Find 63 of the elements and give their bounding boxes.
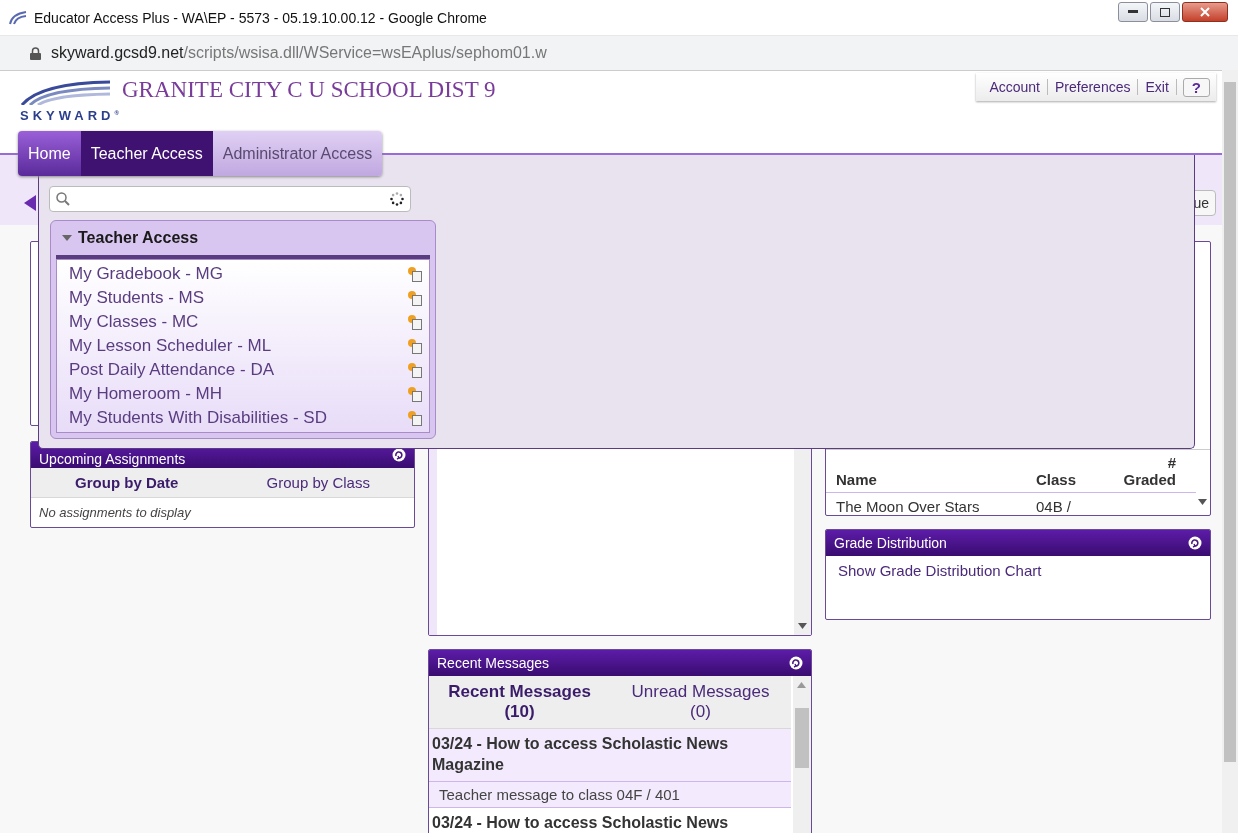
menu-item[interactable]: Post Daily Attendance - DA bbox=[69, 360, 407, 380]
header-link[interactable]: Exit bbox=[1138, 79, 1177, 95]
search-field[interactable] bbox=[49, 186, 411, 212]
column-header: # Graded bbox=[1122, 455, 1176, 488]
new-window-icon[interactable] bbox=[407, 266, 423, 282]
nav-tab[interactable]: Teacher Access bbox=[80, 131, 213, 176]
group-tab[interactable]: Group by Date bbox=[31, 468, 223, 497]
scroll-thumb[interactable] bbox=[795, 708, 809, 768]
close-button[interactable] bbox=[1182, 2, 1228, 22]
header-link[interactable]: Preferences bbox=[1048, 79, 1139, 95]
window-title: Educator Access Plus - WA\EP - 5573 - 05.19.10.00.12 - Google Chrome bbox=[34, 9, 487, 26]
header-link[interactable]: Account bbox=[982, 79, 1048, 95]
nav-tab[interactable]: Administrator Access bbox=[212, 131, 383, 176]
scroll-up-icon[interactable] bbox=[797, 682, 806, 688]
panel-title: Grade Distribution bbox=[834, 535, 947, 551]
spinner-icon bbox=[390, 192, 404, 206]
close-icon bbox=[1200, 7, 1210, 17]
panel-title: Recent Messages bbox=[437, 655, 550, 671]
table-cell-text: The Moon Over Stars bbox=[836, 498, 981, 515]
minimize-button[interactable] bbox=[1118, 2, 1148, 22]
minimize-icon bbox=[1128, 10, 1138, 14]
lock-icon bbox=[30, 46, 41, 60]
district-name: GRANITE CITY C U SCHOOL DIST 9 bbox=[122, 77, 496, 103]
refresh-icon[interactable] bbox=[789, 656, 803, 670]
swoosh-icon bbox=[20, 79, 112, 105]
new-window-icon[interactable] bbox=[407, 386, 423, 402]
empty-message: No assignments to display bbox=[38, 504, 192, 522]
scroll-down-icon[interactable] bbox=[1196, 499, 1210, 505]
new-window-icon[interactable] bbox=[407, 314, 423, 330]
new-window-icon[interactable] bbox=[407, 410, 423, 426]
nav-tab[interactable]: Home bbox=[18, 131, 81, 176]
new-window-icon[interactable] bbox=[407, 338, 423, 354]
page-scrollbar[interactable] bbox=[1222, 70, 1238, 833]
menu-item[interactable]: My Gradebook - MG bbox=[69, 264, 407, 284]
column-header: Class bbox=[1036, 471, 1078, 488]
new-window-icon[interactable] bbox=[407, 290, 423, 306]
message-tab[interactable]: Recent Messages (10) bbox=[429, 676, 610, 728]
menu-item[interactable]: My Lesson Scheduler - ML bbox=[69, 336, 407, 356]
back-arrow-icon[interactable] bbox=[24, 195, 36, 211]
help-button[interactable]: ? bbox=[1182, 77, 1210, 97]
maximize-icon bbox=[1160, 7, 1170, 17]
logo-text: SKYWARD$^{®}$ bbox=[20, 108, 119, 123]
menu-item[interactable]: My Students With Disabilities - SD bbox=[69, 408, 407, 428]
menu-item[interactable]: My Homeroom - MH bbox=[69, 384, 407, 404]
message-title[interactable]: 03/24 - How to access Scholastic News Magazine bbox=[429, 729, 791, 782]
menu-item[interactable]: My Students - MS bbox=[69, 288, 407, 308]
refresh-icon[interactable] bbox=[392, 448, 406, 462]
group-title[interactable]: Teacher Access bbox=[78, 229, 199, 247]
message-tab[interactable]: Unread Messages (0) bbox=[610, 676, 791, 728]
chart-link[interactable]: Show Grade Distribution Chart bbox=[826, 556, 1210, 619]
column-header: Name bbox=[836, 471, 878, 488]
refresh-icon[interactable] bbox=[1188, 536, 1202, 550]
panel-title: Upcoming Assignments bbox=[39, 450, 186, 467]
app-icon bbox=[8, 9, 28, 26]
maximize-button[interactable] bbox=[1150, 2, 1180, 22]
message-detail: Teacher message to class 04F / 401 bbox=[429, 781, 791, 808]
new-window-icon[interactable] bbox=[407, 362, 423, 378]
menu-item[interactable]: My Classes - MC bbox=[69, 312, 407, 332]
search-icon bbox=[56, 192, 70, 206]
scroll-down-icon[interactable] bbox=[798, 623, 807, 629]
table-cell-text: 04B / bbox=[1036, 498, 1073, 515]
group-tab[interactable]: Group by Class bbox=[222, 468, 414, 497]
expand-icon[interactable] bbox=[62, 235, 72, 241]
